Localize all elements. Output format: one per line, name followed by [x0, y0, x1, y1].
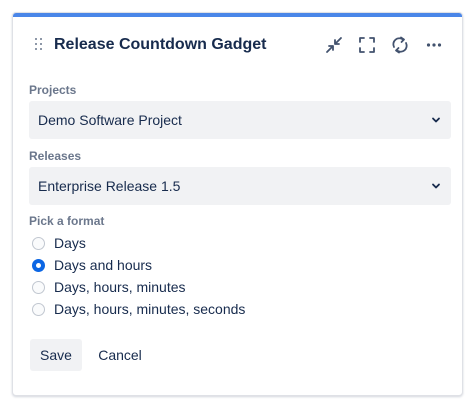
projects-select-value: Demo Software Project	[38, 112, 182, 128]
chevron-down-icon	[432, 183, 440, 189]
radio-button[interactable]	[32, 280, 45, 294]
format-label: Pick a format	[29, 214, 105, 228]
format-option-days[interactable]: Days	[32, 233, 86, 253]
radio-button-checked[interactable]	[32, 258, 45, 272]
refresh-button[interactable]	[387, 32, 413, 58]
format-option-days-hours-minutes-seconds[interactable]: Days, hours, minutes, seconds	[32, 299, 245, 319]
radio-label: Days	[54, 235, 86, 251]
fullscreen-button[interactable]	[354, 32, 380, 58]
radio-label: Days, hours, minutes	[54, 279, 186, 295]
minimize-button[interactable]	[321, 32, 347, 58]
radio-label: Days and hours	[54, 257, 153, 273]
releases-select[interactable]: Enterprise Release 1.5	[29, 167, 451, 205]
chevron-down-icon	[432, 117, 440, 123]
gadget-title: Release Countdown Gadget	[54, 36, 267, 53]
refresh-icon	[392, 36, 408, 54]
drag-handle-icon[interactable]	[35, 38, 43, 52]
releases-label: Releases	[29, 149, 82, 163]
fullscreen-icon	[359, 37, 375, 53]
projects-label: Projects	[29, 83, 77, 97]
format-option-days-hours-minutes[interactable]: Days, hours, minutes	[32, 277, 186, 297]
minimize-icon	[326, 37, 342, 53]
radio-button[interactable]	[32, 236, 45, 250]
gadget-header: Release Countdown Gadget	[13, 17, 462, 69]
save-button[interactable]: Save	[30, 339, 82, 371]
more-button[interactable]	[421, 32, 447, 58]
more-icon	[426, 43, 442, 47]
projects-select[interactable]: Demo Software Project	[29, 101, 451, 139]
release-countdown-gadget: Release Countdown Gadget Projects Demo S…	[12, 12, 463, 396]
format-option-days-and-hours[interactable]: Days and hours	[32, 255, 152, 275]
cancel-button[interactable]: Cancel	[92, 339, 148, 371]
radio-button[interactable]	[32, 302, 45, 316]
radio-label: Days, hours, minutes, seconds	[54, 301, 246, 317]
releases-select-value: Enterprise Release 1.5	[38, 178, 181, 194]
